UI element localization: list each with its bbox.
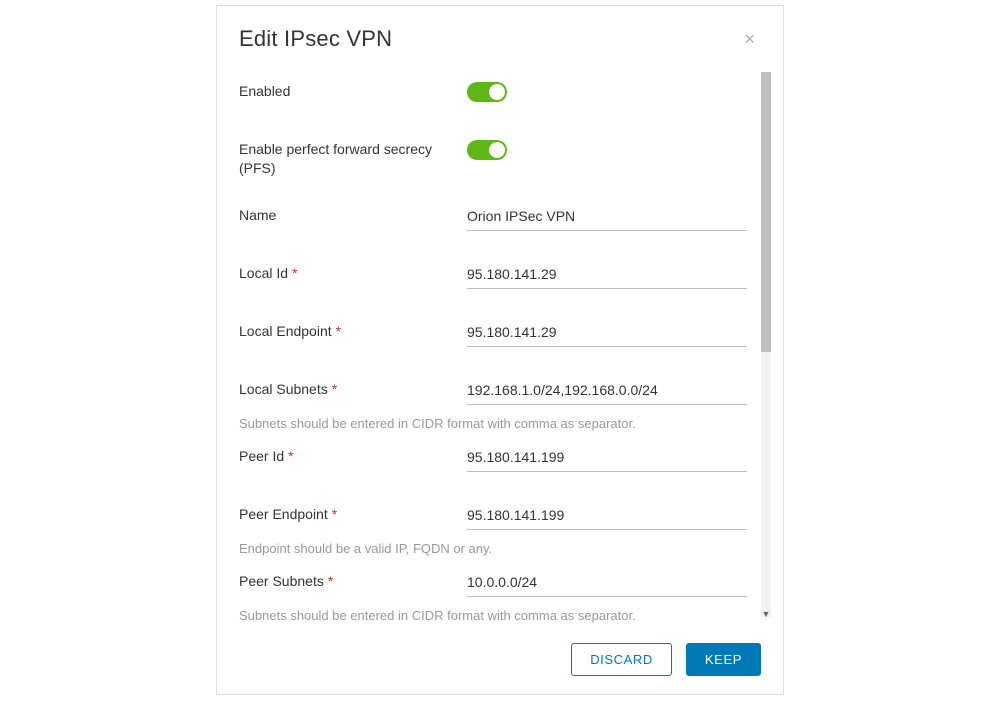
row-peer-id: Peer Id* bbox=[239, 437, 761, 477]
input-peer-endpoint[interactable] bbox=[467, 503, 747, 530]
label-pfs: Enable perfect forward secrecy (PFS) bbox=[239, 138, 467, 178]
input-col-pfs bbox=[467, 138, 761, 160]
hint-peer-endpoint: Endpoint should be a valid IP, FQDN or a… bbox=[239, 537, 761, 560]
label-peer-id: Peer Id* bbox=[239, 445, 467, 466]
label-peer-endpoint: Peer Endpoint* bbox=[239, 503, 467, 524]
label-name: Name bbox=[239, 204, 467, 225]
scroll-thumb[interactable] bbox=[761, 72, 771, 352]
row-local-subnets: Local Subnets* bbox=[239, 370, 761, 410]
dialog-title: Edit IPsec VPN bbox=[239, 26, 392, 52]
row-local-id: Local Id* bbox=[239, 254, 761, 294]
input-name[interactable] bbox=[467, 204, 747, 231]
label-local-endpoint-text: Local Endpoint bbox=[239, 323, 332, 339]
dialog-body: Enabled Enable perfect forward secrecy (… bbox=[217, 62, 771, 627]
row-enabled: Enabled bbox=[239, 72, 761, 112]
label-peer-subnets: Peer Subnets* bbox=[239, 570, 467, 591]
scrollbar[interactable]: ▲ ▼ bbox=[761, 72, 771, 617]
label-local-endpoint: Local Endpoint* bbox=[239, 320, 467, 341]
dialog-footer: DISCARD KEEP bbox=[217, 627, 783, 694]
dialog-header: Edit IPsec VPN × bbox=[217, 6, 783, 62]
label-local-subnets: Local Subnets* bbox=[239, 378, 467, 399]
label-local-id-text: Local Id bbox=[239, 265, 288, 281]
label-peer-subnets-text: Peer Subnets bbox=[239, 573, 324, 589]
input-local-endpoint[interactable] bbox=[467, 320, 747, 347]
dialog-body-wrap: Enabled Enable perfect forward secrecy (… bbox=[217, 62, 783, 627]
input-local-subnets[interactable] bbox=[467, 378, 747, 405]
row-pfs: Enable perfect forward secrecy (PFS) bbox=[239, 130, 761, 178]
hint-peer-subnets: Subnets should be entered in CIDR format… bbox=[239, 604, 761, 627]
keep-button[interactable]: KEEP bbox=[686, 643, 761, 676]
label-enabled: Enabled bbox=[239, 80, 467, 101]
input-peer-id[interactable] bbox=[467, 445, 747, 472]
input-local-id[interactable] bbox=[467, 262, 747, 289]
input-peer-subnets[interactable] bbox=[467, 570, 747, 597]
label-peer-id-text: Peer Id bbox=[239, 448, 284, 464]
hint-local-subnets: Subnets should be entered in CIDR format… bbox=[239, 412, 761, 435]
row-peer-endpoint: Peer Endpoint* bbox=[239, 495, 761, 535]
close-icon[interactable]: × bbox=[740, 28, 759, 50]
edit-ipsec-vpn-dialog: Edit IPsec VPN × Enabled Enable perfect … bbox=[216, 5, 784, 695]
scroll-down-icon[interactable]: ▼ bbox=[761, 609, 771, 619]
label-local-id: Local Id* bbox=[239, 262, 467, 283]
toggle-enabled[interactable] bbox=[467, 82, 507, 102]
toggle-pfs[interactable] bbox=[467, 140, 507, 160]
input-col-enabled bbox=[467, 80, 761, 102]
discard-button[interactable]: DISCARD bbox=[571, 643, 672, 676]
label-local-subnets-text: Local Subnets bbox=[239, 381, 328, 397]
row-name: Name bbox=[239, 196, 761, 236]
row-peer-subnets: Peer Subnets* bbox=[239, 562, 761, 602]
label-peer-endpoint-text: Peer Endpoint bbox=[239, 506, 328, 522]
row-local-endpoint: Local Endpoint* bbox=[239, 312, 761, 352]
